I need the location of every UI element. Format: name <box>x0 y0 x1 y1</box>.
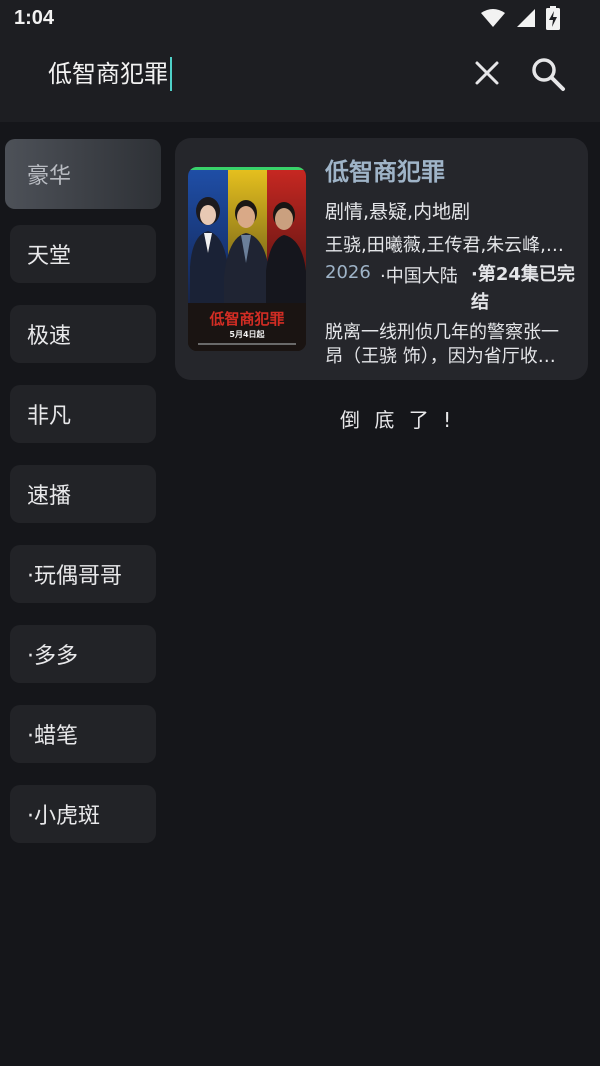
result-status: ·第24集已完结 <box>471 264 575 313</box>
result-genre: 剧情,悬疑,内地剧 <box>325 201 471 223</box>
result-year: 2026 <box>325 262 371 283</box>
result-region: ·中国大陆 <box>380 266 458 287</box>
source-item-feifan[interactable]: 非凡 <box>10 385 156 443</box>
source-label: ·玩偶哥哥 <box>27 564 122 589</box>
signal-icon <box>516 8 536 32</box>
poster-date: 5月4日起 <box>229 329 265 339</box>
source-item-subo[interactable]: 速播 <box>10 465 156 523</box>
source-item-duoduo[interactable]: ·多多 <box>10 625 156 683</box>
battery-charging-icon <box>546 6 560 34</box>
source-item-haohua[interactable]: 豪华 <box>5 139 161 209</box>
source-label: 速播 <box>27 484 72 509</box>
source-label: 豪华 <box>27 164 72 189</box>
source-item-tiantang[interactable]: 天堂 <box>10 225 156 283</box>
status-icons <box>480 6 560 34</box>
status-bar: 1:04 <box>0 0 600 40</box>
source-item-labi[interactable]: ·蜡笔 <box>10 705 156 763</box>
search-header: 低智商犯罪 <box>0 40 600 122</box>
source-label: ·小虎斑 <box>27 804 100 829</box>
text-cursor <box>170 57 172 91</box>
source-label: 非凡 <box>27 404 72 429</box>
source-label: 极速 <box>27 324 72 349</box>
result-title: 低智商犯罪 <box>325 158 445 186</box>
source-label: ·多多 <box>27 644 78 669</box>
status-time: 1:04 <box>14 7 55 29</box>
search-icon <box>530 56 566 96</box>
wifi-icon <box>480 8 506 32</box>
source-item-xiaohuban[interactable]: ·小虎斑 <box>10 785 156 843</box>
end-of-list-text: 倒 底 了 ! <box>340 408 456 432</box>
result-card[interactable]: 低智商犯罪 5月4日起 低智商犯罪 剧情,悬疑,内地剧 王骁,田曦薇,王传君,朱… <box>175 138 588 380</box>
result-cast: 王骁,田曦薇,王传君,朱云峰,张… <box>325 235 573 256</box>
result-description: 脱离一线刑侦几年的警察张一昂（王骁 饰），因为省厅收… <box>325 322 559 367</box>
source-label: 天堂 <box>27 244 72 269</box>
search-button[interactable] <box>526 54 570 98</box>
source-label: ·蜡笔 <box>27 724 78 749</box>
poster-image: 低智商犯罪 5月4日起 <box>188 167 306 351</box>
poster-title: 低智商犯罪 <box>208 310 284 328</box>
clear-search-button[interactable] <box>468 56 506 94</box>
search-query: 低智商犯罪 <box>48 60 168 88</box>
search-input[interactable]: 低智商犯罪 <box>48 57 172 91</box>
source-item-wanou-gege[interactable]: ·玩偶哥哥 <box>10 545 156 603</box>
source-item-jisu[interactable]: 极速 <box>10 305 156 363</box>
close-icon <box>474 60 500 90</box>
